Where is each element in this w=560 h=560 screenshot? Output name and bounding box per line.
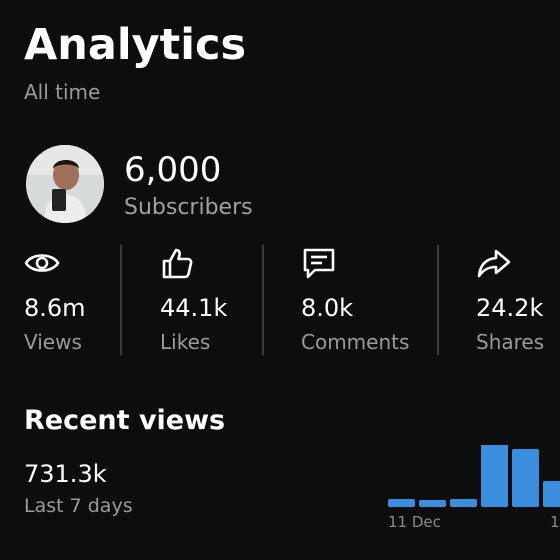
chart-bar xyxy=(388,499,415,507)
stat-views[interactable]: 8.6m Views xyxy=(24,246,86,354)
recent-views-value: 731.3k xyxy=(24,460,107,488)
stat-value: 8.6m xyxy=(24,294,86,322)
chart-bar xyxy=(481,445,508,507)
chart-bar xyxy=(419,500,446,507)
subscriber-label: Subscribers xyxy=(124,195,253,220)
chart-x-tick-label: 11 Dec xyxy=(388,513,441,531)
eye-icon xyxy=(24,246,86,280)
stat-comments[interactable]: 8.0k Comments xyxy=(301,246,409,354)
stat-label: Likes xyxy=(160,330,211,354)
share-icon xyxy=(476,246,544,280)
stat-label: Comments xyxy=(301,330,410,354)
thumbs-up-icon xyxy=(160,246,227,280)
page-title: Analytics xyxy=(24,20,247,70)
recent-views-period: Last 7 days xyxy=(24,495,133,517)
subscriber-count: 6,000 xyxy=(124,150,222,190)
chart-x-tick-label: 1 xyxy=(550,513,560,531)
stat-label: Shares xyxy=(476,330,545,354)
chart-bar xyxy=(512,449,539,507)
chart-bar xyxy=(543,481,560,507)
stat-value: 24.2k xyxy=(476,294,544,322)
period-label[interactable]: All time xyxy=(24,80,100,104)
stat-label: Views xyxy=(24,330,82,354)
comment-icon xyxy=(301,246,409,280)
divider xyxy=(120,245,122,355)
avatar-image xyxy=(26,145,104,223)
divider xyxy=(437,245,439,355)
stat-likes[interactable]: 44.1k Likes xyxy=(160,246,227,354)
stat-value: 8.0k xyxy=(301,294,354,322)
stat-value: 44.1k xyxy=(160,294,228,322)
chart-bar xyxy=(450,499,477,507)
stat-shares[interactable]: 24.2k Shares xyxy=(476,246,544,354)
recent-views-chart[interactable]: 11 Dec 1 xyxy=(380,445,560,545)
divider xyxy=(262,245,264,355)
recent-views-title: Recent views xyxy=(24,405,226,436)
avatar[interactable] xyxy=(26,145,104,223)
